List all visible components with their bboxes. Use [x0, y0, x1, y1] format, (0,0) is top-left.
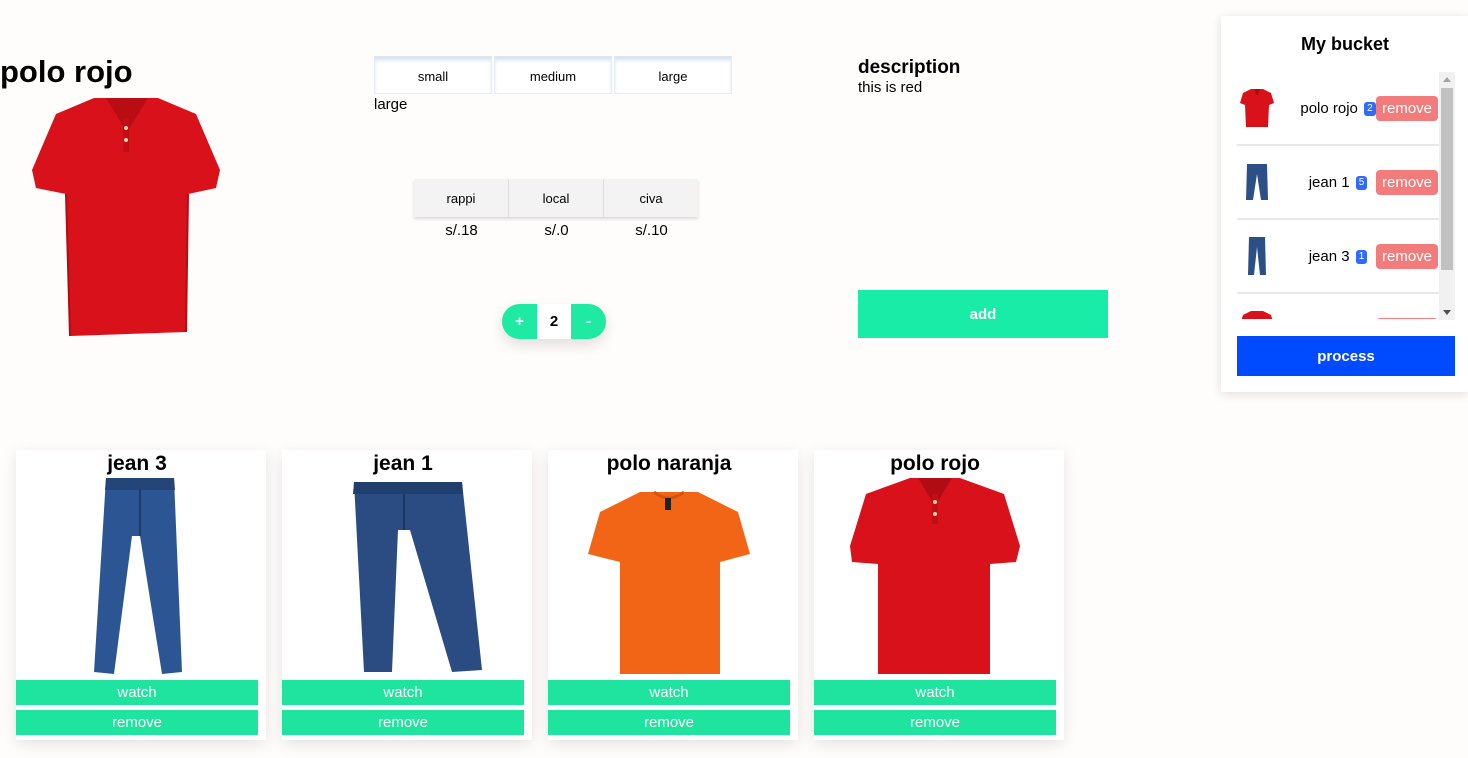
size-tab-small[interactable]: small	[374, 56, 492, 94]
watch-button[interactable]: watch	[16, 680, 258, 705]
bucket-remove-button[interactable]: remove	[1376, 96, 1438, 121]
bucket-item-label: jean 3	[1308, 247, 1350, 265]
bucket-item	[1237, 294, 1439, 319]
add-button[interactable]: add	[858, 290, 1108, 338]
store-tab-rappi[interactable]: rappi	[414, 179, 509, 217]
product-title: polo rojo	[0, 54, 133, 89]
size-tab-large[interactable]: large	[614, 56, 732, 94]
red-polo-shirt-icon	[32, 98, 220, 337]
bucket-remove-button[interactable]: remove	[1376, 244, 1438, 269]
decrement-button[interactable]: -	[571, 304, 606, 339]
remove-button[interactable]: remove	[282, 710, 524, 735]
store-price-rappi: s/.18	[445, 222, 478, 239]
bucket-panel: My bucket polo rojo 2 remove jean 1 5 re…	[1221, 16, 1468, 392]
scroll-down-icon[interactable]	[1443, 310, 1451, 315]
jeans-icon	[1237, 157, 1277, 207]
bucket-scrollbar[interactable]	[1439, 72, 1455, 320]
bucket-item-name: jean 1 5	[1288, 174, 1388, 191]
product-image	[24, 92, 230, 342]
store-tab-civa[interactable]: civa	[604, 179, 698, 217]
jeans-icon	[302, 476, 504, 676]
selected-size: large	[374, 96, 408, 113]
quantity-badge: 5	[1355, 175, 1368, 190]
bucket-item: jean 1 5 remove	[1237, 146, 1439, 220]
store-tab-local[interactable]: local	[509, 179, 604, 217]
product-card: polo rojo watch remove	[814, 450, 1064, 740]
remove-button[interactable]: remove	[814, 710, 1056, 735]
red-polo-shirt-icon	[834, 476, 1036, 676]
bucket-item-name: jean 3 1	[1288, 248, 1388, 265]
watch-button[interactable]: watch	[814, 680, 1056, 705]
bucket-remove-button[interactable]	[1376, 318, 1438, 319]
remove-button[interactable]: remove	[16, 710, 258, 735]
product-card: jean 3 watch remove	[16, 450, 266, 740]
store-tabs: rappi local civa	[414, 179, 698, 217]
description-text: this is red	[858, 79, 923, 96]
card-title: jean 3	[107, 452, 167, 475]
bucket-item: jean 3 1 remove	[1237, 220, 1439, 294]
increment-button[interactable]: +	[502, 304, 537, 339]
scroll-thumb[interactable]	[1441, 88, 1453, 270]
store-prices: s/.18 s/.0 s/.10	[414, 222, 699, 239]
red-polo-shirt-icon	[1237, 83, 1277, 133]
bucket-item-label: jean 1	[1308, 173, 1350, 191]
bucket-list: polo rojo 2 remove jean 1 5 remove jean …	[1237, 72, 1439, 319]
size-tab-medium[interactable]: medium	[494, 56, 612, 94]
jeans-icon	[36, 476, 238, 676]
bucket-remove-button[interactable]: remove	[1376, 170, 1438, 195]
remove-button[interactable]: remove	[548, 710, 790, 735]
card-title: polo rojo	[890, 452, 980, 475]
card-title: jean 1	[373, 452, 433, 475]
store-price-local: s/.0	[544, 222, 569, 239]
bucket-title: My bucket	[1300, 34, 1390, 54]
orange-tshirt-icon	[568, 476, 770, 676]
quantity-badge: 1	[1355, 249, 1368, 264]
bucket-item-name: polo rojo 2	[1288, 100, 1388, 117]
quantity-badge: 2	[1364, 101, 1376, 116]
store-price-civa: s/.10	[635, 222, 668, 239]
watch-button[interactable]: watch	[548, 680, 790, 705]
product-card: jean 1 watch remove	[282, 450, 532, 740]
red-polo-shirt-icon	[1237, 305, 1277, 319]
bucket-item-label: polo rojo	[1300, 99, 1358, 117]
bucket-item: polo rojo 2 remove	[1237, 72, 1439, 146]
quantity-value: 2	[537, 304, 571, 339]
jeans-icon	[1237, 231, 1277, 281]
size-tabs: small medium large	[374, 56, 734, 94]
scroll-up-icon[interactable]	[1443, 77, 1451, 82]
description-title: description	[858, 57, 961, 78]
watch-button[interactable]: watch	[282, 680, 524, 705]
product-card: polo naranja watch remove	[548, 450, 798, 740]
card-title: polo naranja	[606, 452, 732, 475]
quantity-stepper: + 2 -	[502, 304, 606, 339]
process-button[interactable]: process	[1237, 336, 1455, 376]
